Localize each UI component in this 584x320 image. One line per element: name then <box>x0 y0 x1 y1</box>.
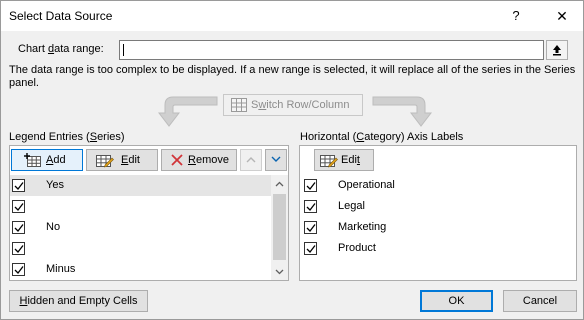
category-name: Legal <box>338 200 365 212</box>
category-name: Product <box>338 242 376 254</box>
legend-scrollbar[interactable] <box>271 175 288 280</box>
curved-arrow-right-icon <box>372 96 433 127</box>
chevron-down-icon <box>271 156 281 162</box>
edit-axis-labels-button[interactable]: Edit <box>314 149 374 171</box>
scroll-down-arrow-icon <box>275 269 284 275</box>
cancel-button[interactable]: Cancel <box>503 290 577 312</box>
category-checkbox[interactable] <box>304 200 317 213</box>
legend-entries-label: Legend Entries (Series) <box>9 131 125 143</box>
add-series-button[interactable]: Add <box>11 149 83 171</box>
scroll-up-button[interactable] <box>271 175 288 192</box>
series-checkbox[interactable] <box>12 221 25 234</box>
category-name: Operational <box>338 179 395 191</box>
series-checkbox[interactable] <box>12 200 25 213</box>
legend-entries-panel: Add Edit Remove Yes No Minus <box>9 145 289 281</box>
text-caret <box>123 44 124 56</box>
list-item[interactable]: Operational <box>300 175 576 196</box>
series-name: Minus <box>46 263 76 275</box>
category-checkbox[interactable] <box>304 221 317 234</box>
axis-labels-list: Operational Legal Marketing Product <box>300 175 576 280</box>
list-item[interactable]: Yes <box>10 175 288 196</box>
axis-toolbar: Edit <box>300 146 576 175</box>
checkmark-icon <box>306 182 316 190</box>
edit-series-button[interactable]: Edit <box>86 149 158 171</box>
series-checkbox[interactable] <box>12 242 25 255</box>
list-item[interactable]: Minus <box>10 259 288 280</box>
hidden-and-empty-cells-button[interactable]: Hidden and Empty Cells <box>9 290 148 312</box>
checkmark-icon <box>14 224 24 232</box>
axis-labels-label: Horizontal (Category) Axis Labels <box>300 131 464 143</box>
curved-arrow-left-icon <box>157 96 218 127</box>
series-name: No <box>46 221 61 233</box>
title-bar: Select Data Source ? ✕ <box>1 1 583 31</box>
remove-series-button[interactable]: Remove <box>161 149 237 171</box>
list-item[interactable]: No <box>10 217 288 238</box>
checkmark-icon <box>306 203 316 211</box>
scroll-thumb[interactable] <box>273 194 286 260</box>
move-down-button[interactable] <box>265 149 287 171</box>
series-checkbox[interactable] <box>12 263 25 276</box>
series-name: Yes <box>46 179 64 191</box>
series-checkbox[interactable] <box>12 179 25 192</box>
remove-label: Remove <box>188 154 229 166</box>
checkmark-icon <box>306 224 316 232</box>
checkmark-icon <box>14 203 24 211</box>
edit-axis-label: Edit <box>341 154 360 166</box>
list-item[interactable]: Legal <box>300 196 576 217</box>
legend-toolbar: Add Edit Remove <box>10 146 288 175</box>
axis-labels-panel: Edit Operational Legal Marketing Product <box>299 145 577 281</box>
collapse-dialog-button[interactable] <box>546 40 568 60</box>
select-data-source-dialog: Select Data Source ? ✕ Chart data range:… <box>0 0 584 320</box>
add-table-icon <box>24 153 41 167</box>
checkmark-icon <box>14 245 24 253</box>
list-item[interactable]: Marketing <box>300 217 576 238</box>
add-label: Add <box>46 154 66 166</box>
help-button[interactable]: ? <box>501 6 531 26</box>
category-checkbox[interactable] <box>304 242 317 255</box>
edit-table-icon <box>96 155 114 168</box>
chart-data-range-input[interactable] <box>119 40 544 60</box>
list-item[interactable] <box>10 238 288 259</box>
edit-label: Edit <box>121 154 140 166</box>
list-item[interactable] <box>10 196 288 217</box>
switch-row-column-label: Switch Row/Column <box>251 99 350 111</box>
switch-row-column-button[interactable]: Switch Row/Column <box>223 94 363 116</box>
checkmark-icon <box>14 266 24 274</box>
edit-table-icon <box>320 155 338 168</box>
category-name: Marketing <box>338 221 387 233</box>
legend-entries-list: Yes No Minus <box>10 175 288 280</box>
switch-row-column-icon <box>231 98 247 112</box>
list-item[interactable]: Product <box>300 238 576 259</box>
category-checkbox[interactable] <box>304 179 317 192</box>
ok-button[interactable]: OK <box>420 290 493 312</box>
scroll-up-arrow-icon <box>275 181 284 187</box>
remove-x-icon <box>171 154 183 166</box>
dialog-title: Select Data Source <box>9 9 113 23</box>
move-up-button[interactable] <box>240 149 262 171</box>
checkmark-icon <box>14 182 24 190</box>
chevron-up-icon <box>246 157 256 163</box>
chart-data-range-label: Chart data range: <box>18 43 104 55</box>
close-button[interactable]: ✕ <box>547 6 577 26</box>
range-message: The data range is too complex to be disp… <box>9 64 576 89</box>
checkmark-icon <box>306 245 316 253</box>
scroll-down-button[interactable] <box>271 263 288 280</box>
upload-arrow-icon <box>553 45 561 56</box>
